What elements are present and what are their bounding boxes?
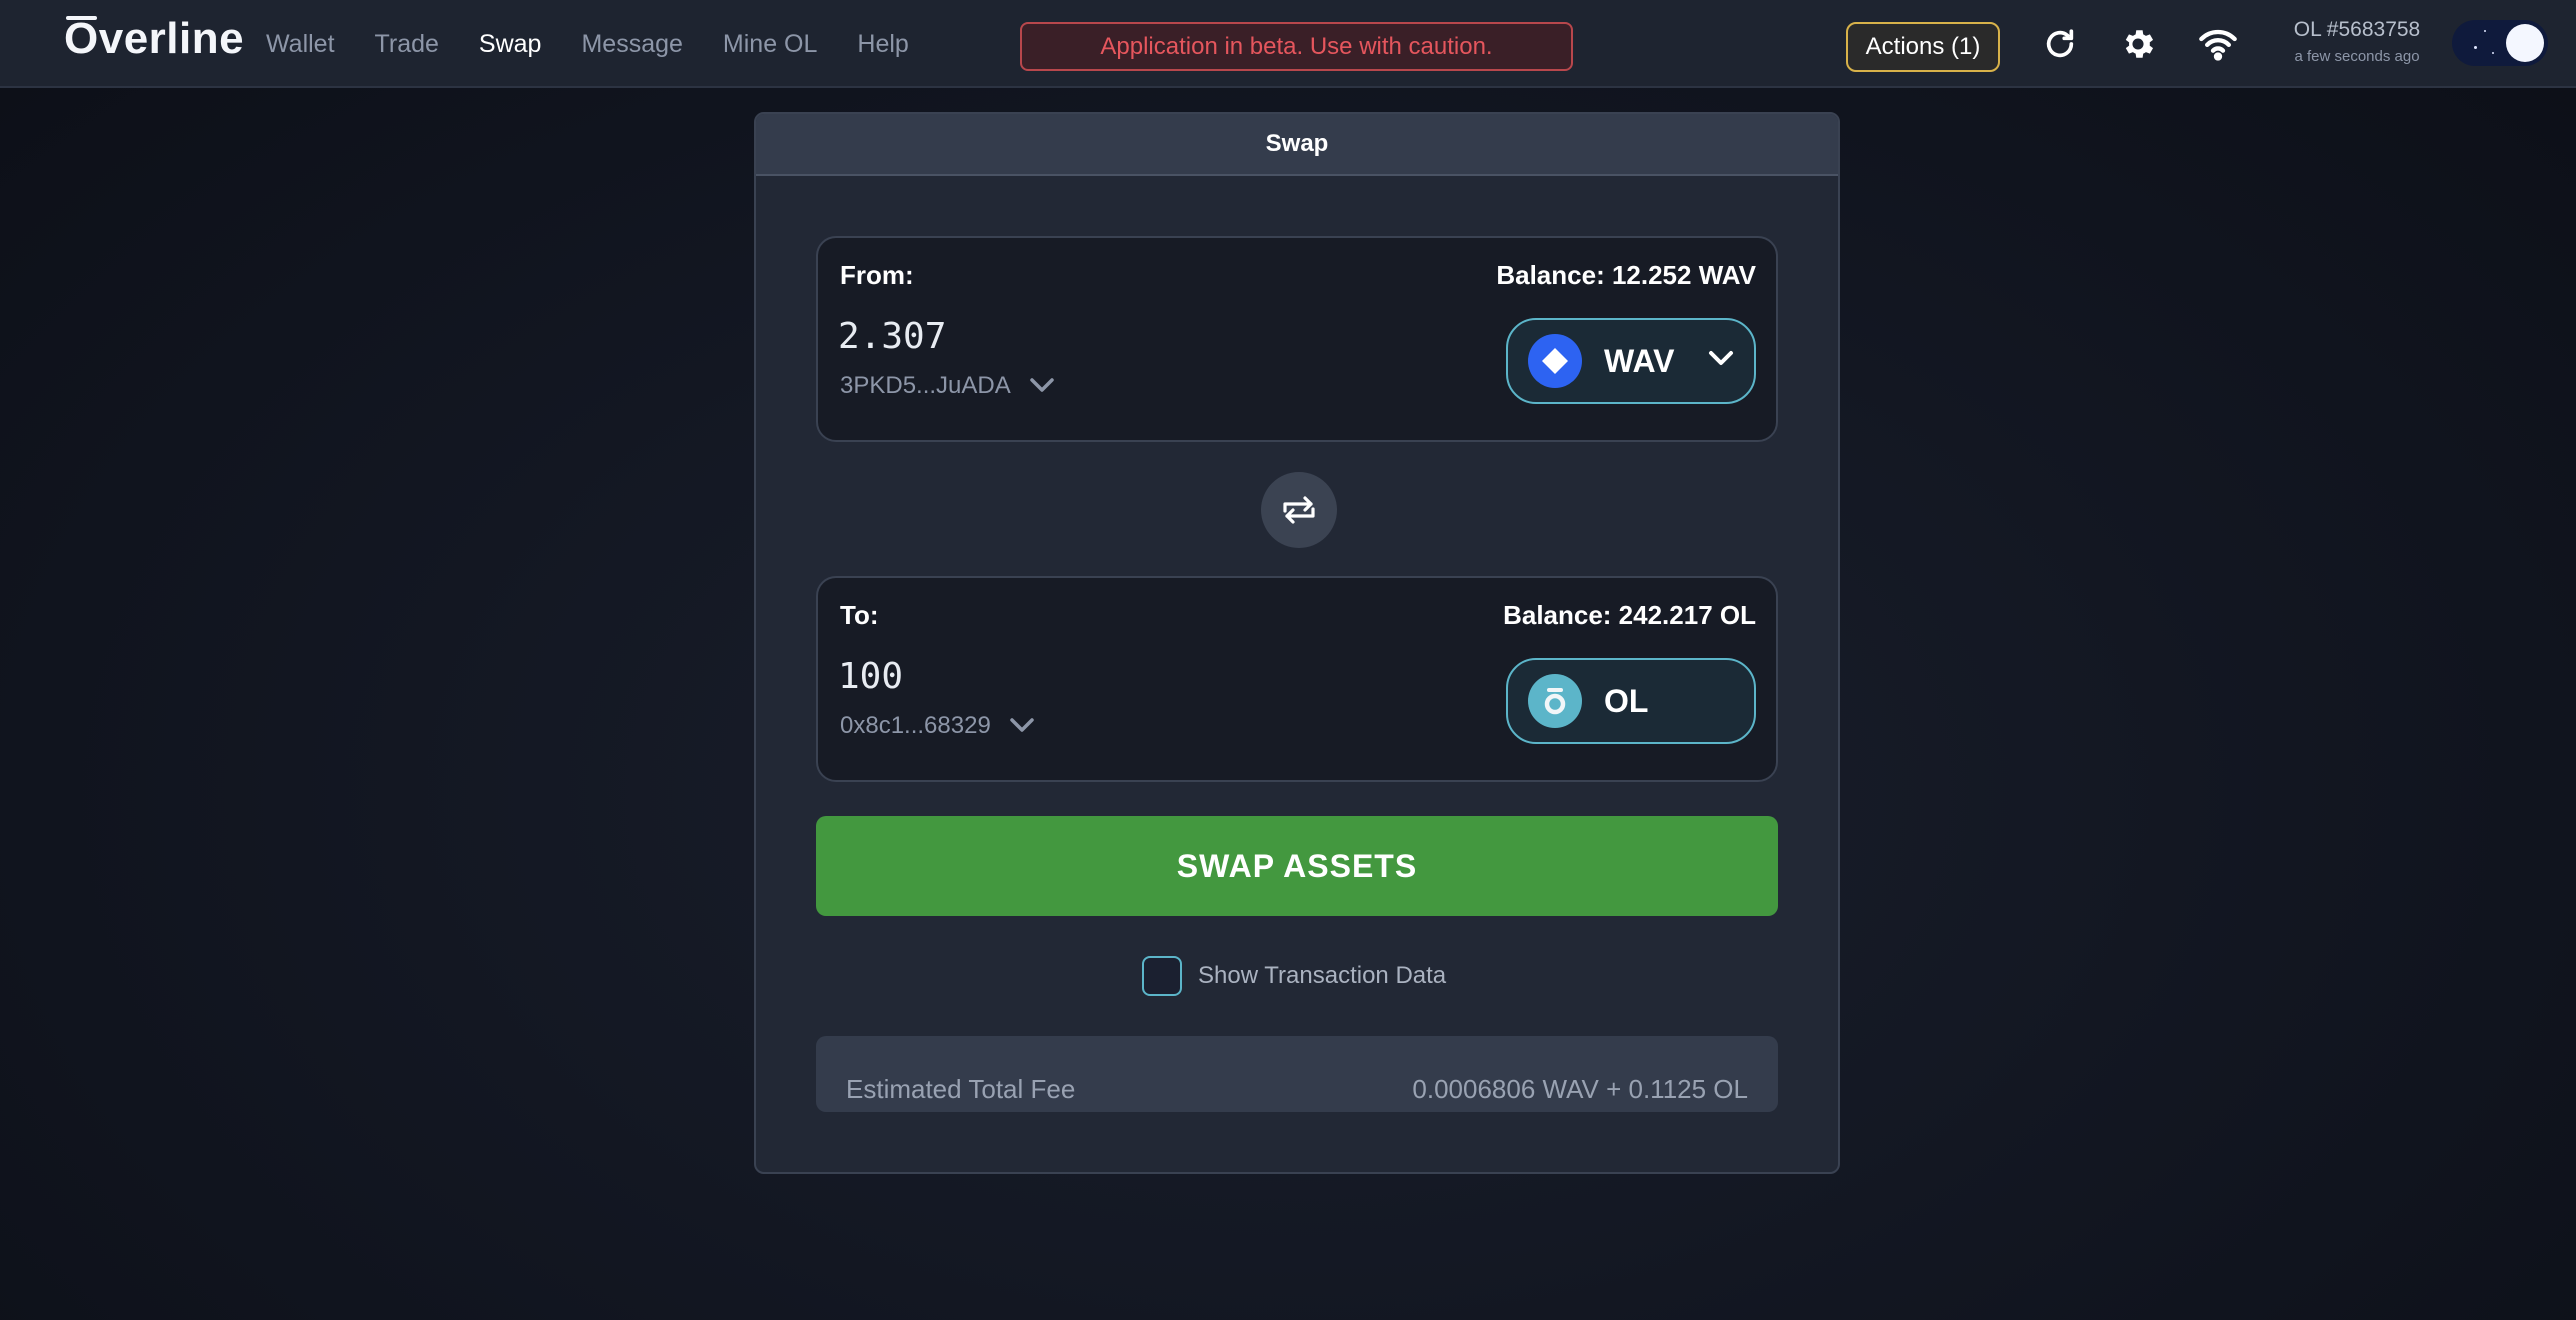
waves-diamond-icon (1528, 334, 1582, 388)
to-token-name: OL (1604, 682, 1649, 719)
from-address: 3PKD5...JuADA (840, 372, 1011, 399)
block-number: OL #5683758 (2293, 18, 2421, 41)
refresh-icon[interactable] (2038, 22, 2082, 66)
show-transaction-data-label: Show Transaction Data (1198, 962, 1447, 989)
nav-item-trade[interactable]: Trade (375, 30, 439, 59)
star-icon (2474, 46, 2477, 49)
to-address-select[interactable]: 0x8c1...68329 (840, 712, 1035, 740)
from-balance: Balance: 12.252 WAV (1496, 260, 1756, 290)
chevron-down-icon (1029, 372, 1055, 400)
star-icon (2484, 30, 2486, 32)
to-asset-box: To: Balance: 242.217 OL 0x8c1...68329 OL (816, 576, 1778, 782)
from-amount-input[interactable] (838, 316, 1398, 357)
from-token-select[interactable]: WAV (1506, 318, 1756, 404)
logo-text: verline (98, 14, 245, 63)
fee-value: 0.0006806 WAV + 0.1125 OL (1412, 1073, 1748, 1104)
actions-button[interactable]: Actions (1) (1846, 22, 2000, 72)
nav-item-mine-ol[interactable]: Mine OL (723, 30, 817, 59)
nav-item-message[interactable]: Message (581, 30, 682, 59)
swap-arrows-icon (1283, 496, 1315, 524)
nav-item-help[interactable]: Help (857, 30, 908, 59)
nav-item-wallet[interactable]: Wallet (266, 30, 335, 59)
to-address: 0x8c1...68329 (840, 712, 991, 739)
fee-label: Estimated Total Fee (846, 1073, 1076, 1104)
swap-direction-button[interactable] (1261, 472, 1337, 548)
chevron-down-icon (1009, 712, 1035, 740)
beta-warning-banner: Application in beta. Use with caution. (1020, 22, 1573, 71)
block-timestamp: a few seconds ago (2294, 48, 2420, 65)
to-label: To: (840, 600, 879, 630)
main-nav: Wallet Trade Swap Message Mine OL Help (266, 0, 909, 88)
block-info: OL #5683758 a few seconds ago (2292, 18, 2422, 65)
from-address-select[interactable]: 3PKD5...JuADA (840, 372, 1055, 400)
estimated-fee-bar: Estimated Total Fee 0.0006806 WAV + 0.11… (816, 1036, 1778, 1112)
overline-logo[interactable]: Overline (64, 14, 244, 64)
swap-panel: Swap From: Balance: 12.252 WAV 3PKD5...J… (754, 112, 1840, 1174)
gear-icon[interactable] (2116, 22, 2160, 66)
star-icon (2492, 52, 2494, 54)
show-transaction-data-checkbox[interactable] (1142, 956, 1182, 996)
to-amount-input[interactable] (838, 656, 1398, 697)
from-label: From: (840, 260, 914, 290)
from-token-name: WAV (1604, 342, 1675, 379)
swap-panel-title: Swap (756, 114, 1838, 176)
nav-item-swap[interactable]: Swap (479, 30, 542, 59)
swap-assets-button[interactable]: SWAP ASSETS (816, 816, 1778, 916)
from-asset-box: From: Balance: 12.252 WAV 3PKD5...JuADA … (816, 236, 1778, 442)
moon-icon (2506, 24, 2544, 62)
overline-icon (1528, 674, 1582, 728)
top-header: Overline Wallet Trade Swap Message Mine … (0, 0, 2576, 88)
chevron-down-icon (1708, 350, 1734, 371)
theme-toggle[interactable] (2452, 20, 2548, 66)
to-balance: Balance: 242.217 OL (1503, 600, 1756, 630)
wifi-icon[interactable] (2196, 22, 2240, 66)
logo-letter-o: O (64, 14, 99, 63)
to-token-select[interactable]: OL (1506, 658, 1756, 744)
show-transaction-data-toggle[interactable]: Show Transaction Data (1142, 956, 1446, 996)
